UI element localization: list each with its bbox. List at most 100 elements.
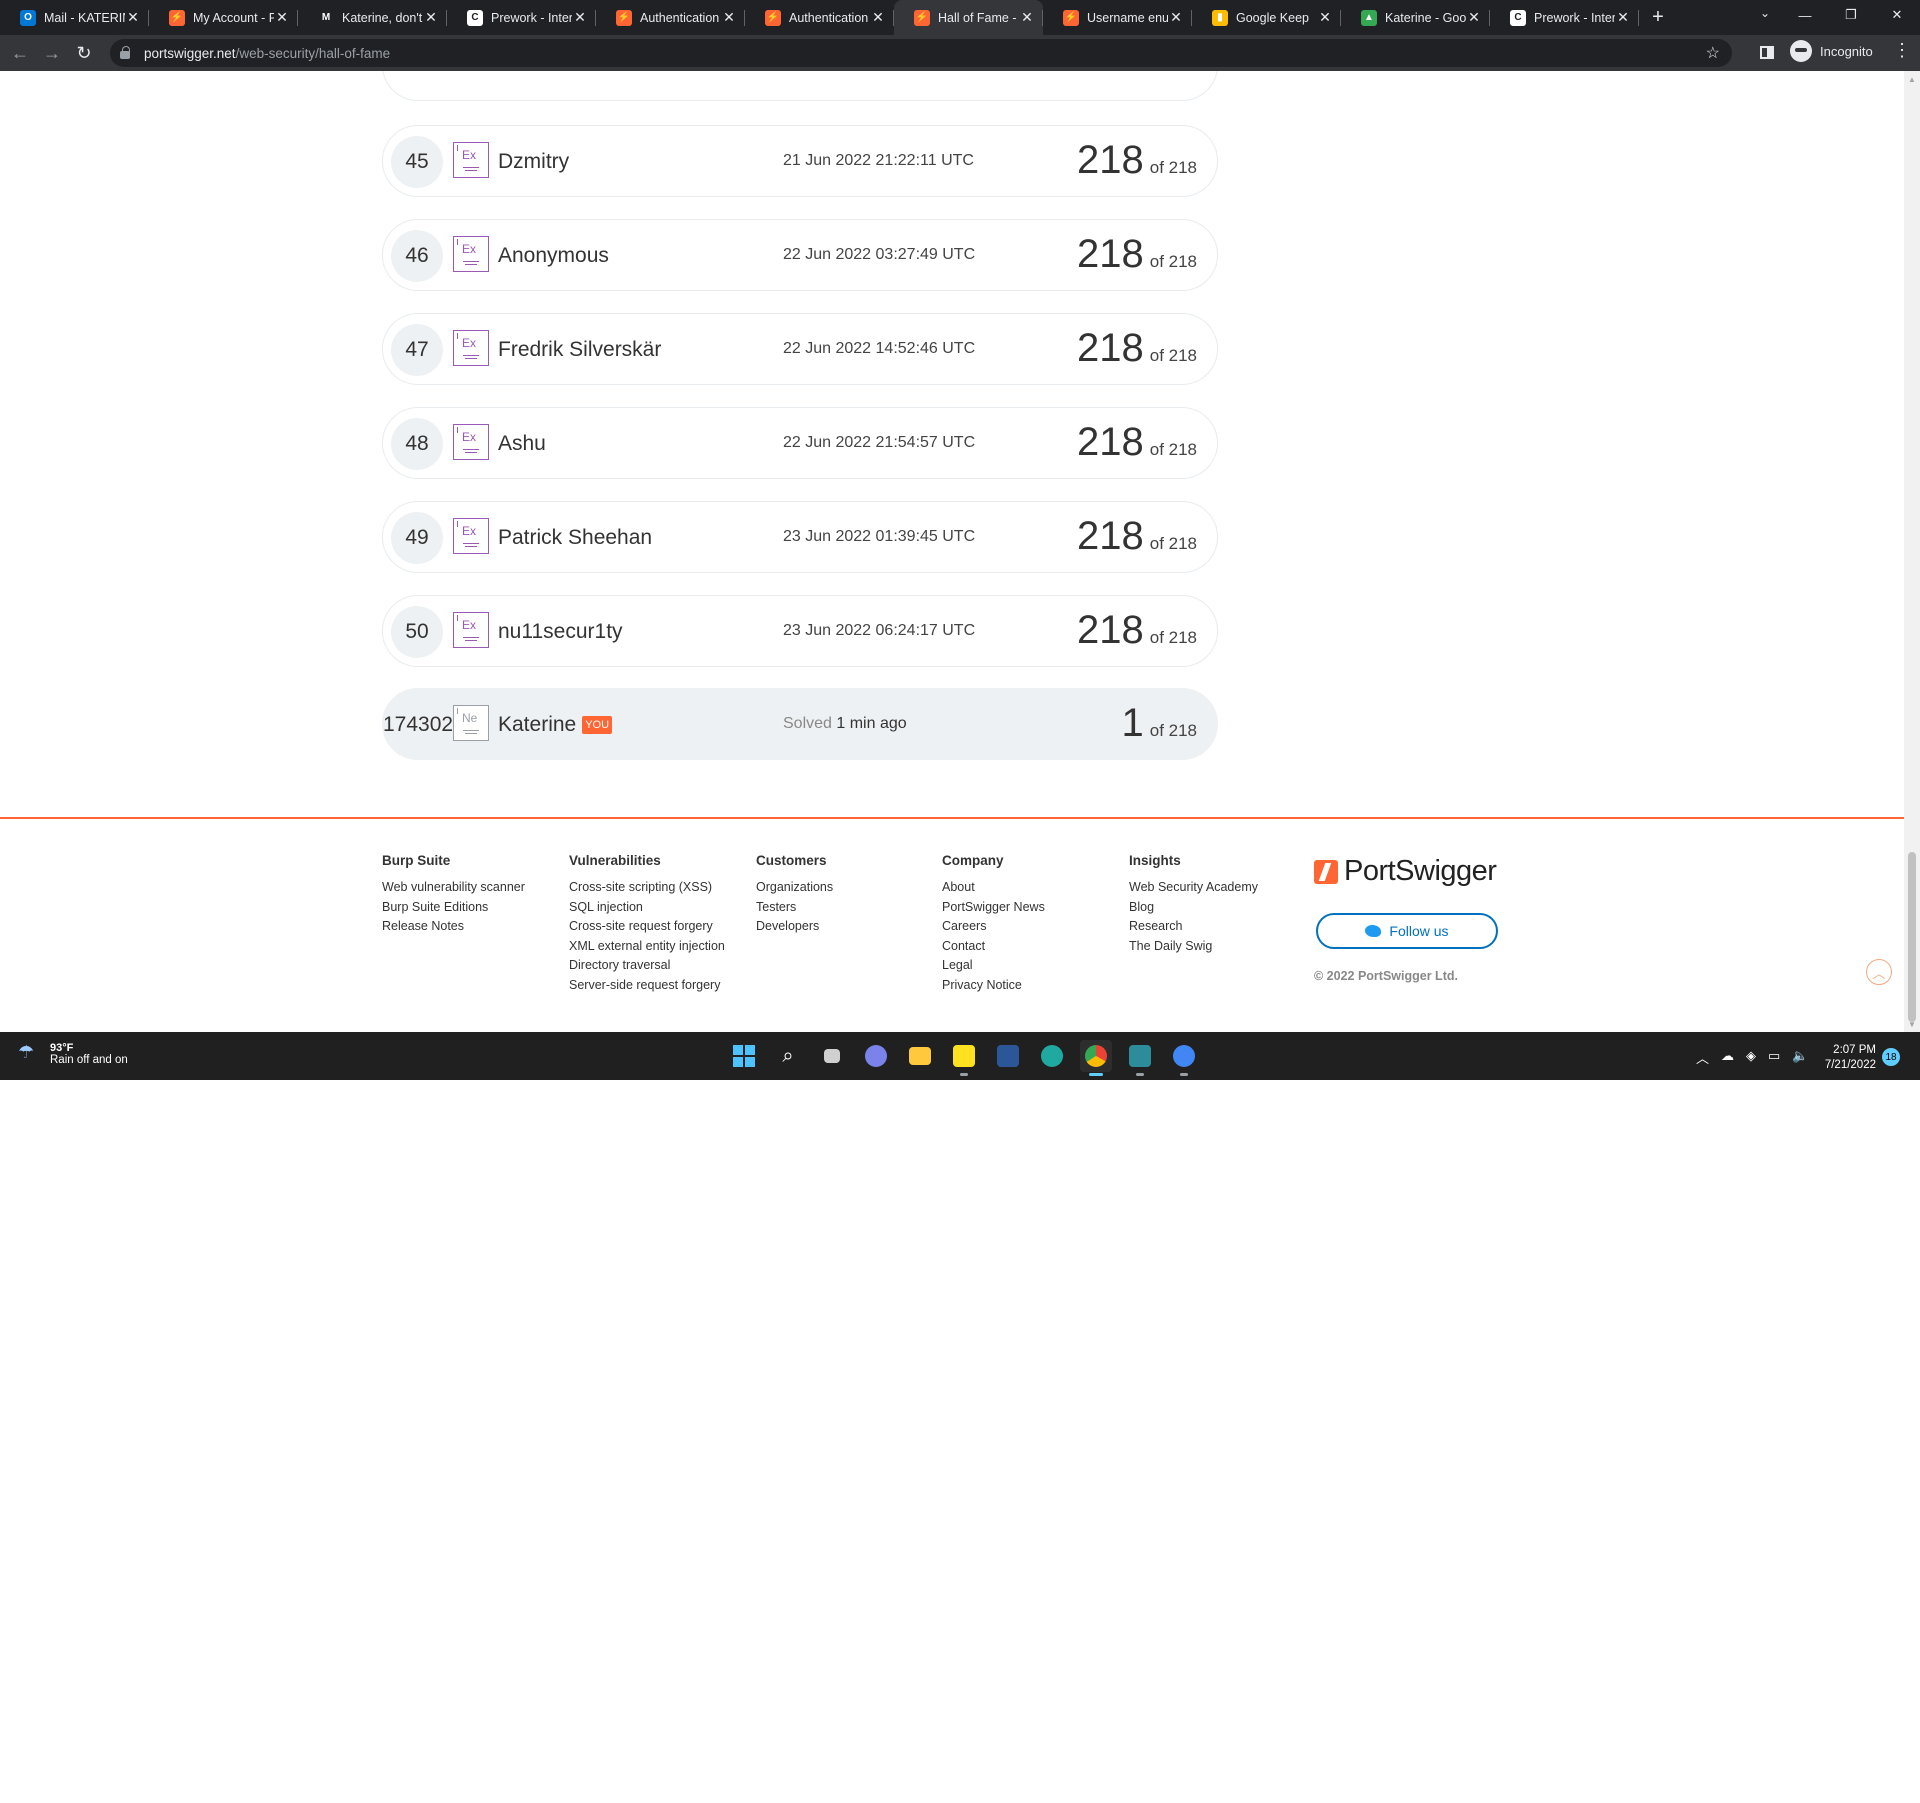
tab-search-icon[interactable]: ⌄ — [1760, 6, 1770, 20]
show-hidden-icons-icon[interactable]: ︿ — [1696, 1048, 1709, 1067]
tab-close-icon[interactable]: ✕ — [1317, 9, 1333, 26]
back-button[interactable]: ← — [4, 43, 36, 64]
footer-link[interactable]: SQL injection — [569, 898, 725, 918]
footer-link[interactable]: Blog — [1129, 898, 1258, 918]
close-window-button[interactable]: ✕ — [1874, 0, 1920, 30]
tab-title: Katerine - Goog — [1385, 10, 1466, 25]
browser-tab[interactable]: ⚡ My Account - P ✕ — [149, 0, 298, 35]
task-view-icon[interactable] — [816, 1040, 848, 1072]
footer-link[interactable]: The Daily Swig — [1129, 937, 1258, 957]
lock-icon[interactable] — [120, 46, 130, 59]
tab-close-icon[interactable]: ✕ — [1019, 9, 1035, 26]
user-name: Ashu — [498, 432, 546, 455]
tab-close-icon[interactable]: ✕ — [870, 9, 886, 26]
footer-link[interactable]: Organizations — [756, 878, 833, 898]
footer-link[interactable]: PortSwigger News — [942, 898, 1045, 918]
footer-link[interactable]: Legal — [942, 956, 1045, 976]
footer-link[interactable]: Web Security Academy — [1129, 878, 1258, 898]
footer-link[interactable]: About — [942, 878, 1045, 898]
tab-favicon-icon: C — [467, 9, 483, 26]
restore-button[interactable]: ❐ — [1828, 0, 1874, 30]
leaderboard-row: 45 Ex Dzmitry 21 Jun 2022 21:22:11 UTC 218 of… — [382, 125, 1218, 197]
footer-link[interactable]: Cross-site request forgery — [569, 917, 725, 937]
minimize-button[interactable]: — — [1782, 0, 1828, 30]
burp-suite-icon[interactable] — [1124, 1040, 1156, 1076]
onedrive-icon[interactable]: ☁ — [1721, 1048, 1734, 1067]
follow-us-button[interactable]: Follow us — [1316, 913, 1498, 949]
page-scrollbar[interactable]: ▲ ▼ — [1904, 71, 1920, 1032]
browser-tab[interactable]: ▮ Google Keep ✕ — [1192, 0, 1341, 35]
search-icon[interactable]: ⌕ — [772, 1040, 804, 1072]
tab-title: Google Keep — [1236, 10, 1309, 25]
footer-link[interactable]: Web vulnerability scanner — [382, 878, 525, 898]
word-icon[interactable] — [992, 1040, 1024, 1072]
browser-tab[interactable]: ▲ Katerine - Goog ✕ — [1341, 0, 1490, 35]
incognito-indicator[interactable]: Incognito — [1790, 40, 1873, 62]
footer-link[interactable]: Release Notes — [382, 917, 525, 937]
footer-link[interactable]: Burp Suite Editions — [382, 898, 525, 918]
dropbox-icon[interactable]: ◈ — [1746, 1048, 1756, 1067]
chrome-profile-icon[interactable] — [1168, 1040, 1200, 1076]
browser-menu-icon[interactable]: ⋮ — [1893, 40, 1911, 61]
tab-close-icon[interactable]: ✕ — [1466, 9, 1482, 26]
edge-icon[interactable] — [1036, 1040, 1068, 1072]
reload-button[interactable]: ↻ — [68, 43, 100, 64]
new-tab-button[interactable]: + — [1643, 6, 1673, 29]
browser-tab[interactable]: ⚡ Hall of Fame - W✕ — [894, 0, 1043, 35]
tab-close-icon[interactable]: ✕ — [423, 9, 439, 26]
tab-favicon-icon: M — [318, 9, 334, 26]
tab-close-icon[interactable]: ✕ — [274, 9, 290, 26]
you-badge: YOU — [582, 716, 613, 734]
footer-link[interactable]: Cross-site scripting (XSS) — [569, 878, 725, 898]
volume-icon[interactable]: 🔈 — [1792, 1048, 1808, 1067]
file-explorer-icon[interactable] — [904, 1040, 936, 1072]
footer-link[interactable]: XML external entity injection — [569, 937, 725, 957]
portswigger-logo[interactable]: PortSwigger — [1314, 855, 1497, 888]
browser-tab[interactable]: O Mail - KATERINE✕ — [0, 0, 149, 35]
browser-tab[interactable]: M Katerine, don't ✕ — [298, 0, 447, 35]
footer-link[interactable]: Research — [1129, 917, 1258, 937]
tab-close-icon[interactable]: ✕ — [125, 9, 141, 26]
footer-link[interactable]: Developers — [756, 917, 833, 937]
footer-link[interactable]: Directory traversal — [569, 956, 725, 976]
chrome-icon[interactable] — [1080, 1040, 1112, 1076]
footer-link[interactable]: Contact — [942, 937, 1045, 957]
footer-link[interactable]: Privacy Notice — [942, 976, 1045, 996]
taskbar-clock[interactable]: 2:07 PM 7/21/2022 — [1816, 1043, 1876, 1073]
scroll-up-arrow-icon[interactable]: ▲ — [1908, 75, 1916, 84]
tab-close-icon[interactable]: ✕ — [1168, 9, 1184, 26]
bookmark-star-icon[interactable]: ☆ — [1706, 43, 1720, 63]
tab-close-icon[interactable]: ✕ — [1615, 9, 1631, 26]
browser-tab[interactable]: ⚡ Authentication ✕ — [596, 0, 745, 35]
footer-link[interactable]: Server-side request forgery — [569, 976, 725, 996]
sticky-notes-icon[interactable] — [948, 1040, 980, 1076]
tab-favicon-icon: C — [1510, 9, 1526, 26]
forward-button[interactable]: → — [36, 43, 68, 64]
site-footer: Burp Suite Web vulnerability scanner Burp … — [0, 819, 1904, 1032]
tab-close-icon[interactable]: ✕ — [572, 9, 588, 26]
address-bar[interactable]: portswigger.net/web-security/hall-of-fam… — [110, 39, 1732, 67]
scrollbar-thumb[interactable] — [1908, 852, 1916, 1022]
scroll-to-top-button[interactable]: ︿ — [1866, 959, 1892, 985]
window-controls: — ❐ ✕ — [1782, 0, 1920, 30]
side-panel-icon[interactable] — [1760, 46, 1774, 59]
tab-close-icon[interactable]: ✕ — [721, 9, 737, 26]
footer-link[interactable]: Testers — [756, 898, 833, 918]
url-path: /web-security/hall-of-fame — [235, 45, 391, 61]
score: 218 of 218 — [1076, 232, 1197, 276]
browser-tab[interactable]: ⚡ Authentication ✕ — [745, 0, 894, 35]
weather-widget[interactable]: ☂ 93°F Rain off and on — [18, 1042, 128, 1066]
current-user-name: Katerine YOU — [498, 713, 613, 737]
user-name: Patrick Sheehan — [498, 526, 653, 549]
notification-badge[interactable]: 18 — [1882, 1048, 1900, 1066]
teams-chat-icon[interactable] — [860, 1040, 892, 1072]
network-icon[interactable]: ▭ — [1768, 1048, 1780, 1067]
footer-link[interactable]: Careers — [942, 917, 1045, 937]
rank-number: 45 — [391, 136, 443, 188]
browser-tab[interactable]: C Prework - Intern ✕ — [447, 0, 596, 35]
browser-tab[interactable]: ⚡ Username enum✕ — [1043, 0, 1192, 35]
start-button[interactable] — [728, 1040, 760, 1072]
scroll-down-arrow-icon[interactable]: ▼ — [1908, 1020, 1916, 1029]
browser-tab[interactable]: C Prework - Intern ✕ — [1490, 0, 1639, 35]
expert-badge-icon: Ex — [453, 518, 489, 554]
